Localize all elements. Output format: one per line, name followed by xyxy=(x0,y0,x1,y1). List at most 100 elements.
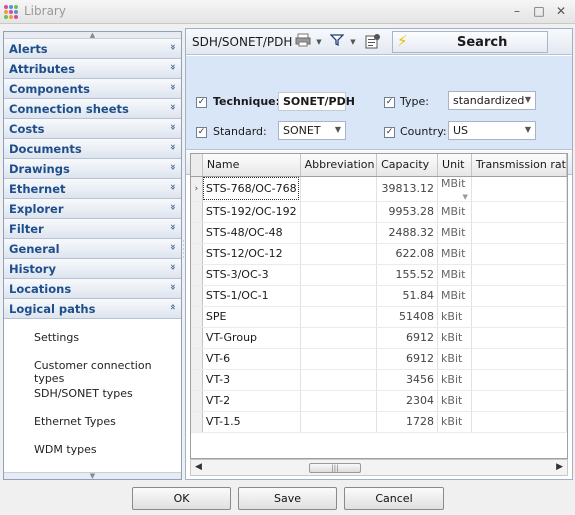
scrollbar-thumb[interactable]: ||| xyxy=(309,463,361,473)
country-select[interactable]: US ▼ xyxy=(448,121,536,140)
technique-field[interactable]: SONET/PDH xyxy=(278,92,355,111)
row-indicator[interactable]: › xyxy=(191,176,203,202)
cell-unit[interactable]: kBit xyxy=(437,348,472,370)
cell-transmission-rate[interactable] xyxy=(471,264,567,286)
cell-abbreviation[interactable] xyxy=(300,390,378,412)
row-indicator[interactable] xyxy=(191,201,203,223)
column-header-abbreviation[interactable]: Abbreviation xyxy=(300,154,378,177)
cell-name[interactable]: VT-Group xyxy=(202,327,301,349)
table-row[interactable]: VT-2 2304 kBit xyxy=(191,390,567,412)
column-header-capacity[interactable]: Capacity xyxy=(376,154,439,177)
filter-dropdown-icon[interactable]: ▼ xyxy=(344,33,362,51)
cell-transmission-rate[interactable] xyxy=(471,285,567,307)
table-row[interactable]: STS-48/OC-48 2488.32 MBit xyxy=(191,222,567,244)
cell-abbreviation[interactable] xyxy=(300,222,378,244)
country-checkbox[interactable]: ✓ xyxy=(384,127,395,138)
standard-select[interactable]: SONET ▼ xyxy=(278,121,346,140)
cell-abbreviation[interactable] xyxy=(300,243,378,265)
table-row[interactable]: › STS-768/OC-768 39813.12 MBit ▼ xyxy=(191,176,567,202)
standard-checkbox[interactable]: ✓ xyxy=(196,127,207,138)
scroll-down-icon[interactable]: ▼ xyxy=(4,472,181,480)
table-row[interactable]: STS-192/OC-192 9953.28 MBit xyxy=(191,201,567,223)
cell-unit[interactable]: MBit xyxy=(437,201,472,223)
cell-transmission-rate[interactable] xyxy=(471,243,567,265)
row-indicator[interactable] xyxy=(191,306,203,328)
row-indicator[interactable] xyxy=(191,285,203,307)
cell-abbreviation[interactable] xyxy=(300,327,378,349)
cell-abbreviation[interactable] xyxy=(300,411,378,433)
cell-name[interactable]: STS-12/OC-12 xyxy=(202,243,301,265)
cell-capacity[interactable]: 51408 xyxy=(376,306,439,328)
row-indicator[interactable] xyxy=(191,243,203,265)
cell-capacity[interactable]: 2488.32 xyxy=(376,222,439,244)
table-row[interactable]: VT-1.5 1728 kBit xyxy=(191,411,567,433)
sidebar-item-connection-sheets[interactable]: Connection sheets » xyxy=(4,99,181,119)
cell-name[interactable]: VT-6 xyxy=(202,348,301,370)
cell-abbreviation[interactable] xyxy=(300,369,378,391)
cell-transmission-rate[interactable] xyxy=(471,369,567,391)
table-row[interactable]: VT-Group 6912 kBit xyxy=(191,327,567,349)
table-row[interactable]: VT-6 6912 kBit xyxy=(191,348,567,370)
cell-name[interactable]: STS-1/OC-1 xyxy=(202,285,301,307)
sidebar-subitem-sdh-sonet-types[interactable]: SDH/SONET types xyxy=(34,387,133,400)
cell-capacity[interactable]: 39813.12 xyxy=(376,176,439,202)
chevron-down-icon[interactable]: ▼ xyxy=(462,193,467,201)
row-indicator[interactable] xyxy=(191,222,203,244)
sidebar-item-locations[interactable]: Locations » xyxy=(4,279,181,299)
sidebar-item-explorer[interactable]: Explorer » xyxy=(4,199,181,219)
cell-unit[interactable]: MBit xyxy=(437,264,472,286)
row-indicator[interactable] xyxy=(191,411,203,433)
cell-name[interactable]: STS-3/OC-3 xyxy=(202,264,301,286)
search-button[interactable]: ⚡ Search xyxy=(392,31,548,53)
table-row[interactable]: STS-3/OC-3 155.52 MBit xyxy=(191,264,567,286)
maximize-icon[interactable]: □ xyxy=(530,3,548,19)
cell-unit[interactable]: MBit xyxy=(437,285,472,307)
table-row[interactable]: STS-1/OC-1 51.84 MBit xyxy=(191,285,567,307)
ok-button[interactable]: OK xyxy=(132,487,231,510)
cell-name[interactable]: STS-48/OC-48 xyxy=(202,222,301,244)
horizontal-scrollbar[interactable]: ◀ ||| ▶ xyxy=(190,459,568,476)
row-indicator[interactable] xyxy=(191,327,203,349)
cell-abbreviation[interactable] xyxy=(300,306,378,328)
row-indicator[interactable] xyxy=(191,390,203,412)
cell-capacity[interactable]: 6912 xyxy=(376,348,439,370)
cell-unit[interactable]: kBit xyxy=(437,390,472,412)
cell-abbreviation[interactable] xyxy=(300,348,378,370)
scroll-left-icon[interactable]: ◀ xyxy=(195,462,202,472)
column-header-unit[interactable]: Unit xyxy=(437,154,472,177)
cancel-button[interactable]: Cancel xyxy=(344,487,444,510)
row-indicator[interactable] xyxy=(191,369,203,391)
cell-abbreviation[interactable] xyxy=(300,201,378,223)
scroll-up-icon[interactable]: ▲ xyxy=(4,32,181,39)
table-row[interactable]: STS-12/OC-12 622.08 MBit xyxy=(191,243,567,265)
type-select[interactable]: standardized ▼ xyxy=(448,91,536,110)
minimize-icon[interactable]: – xyxy=(508,3,526,19)
cell-transmission-rate[interactable] xyxy=(471,176,567,202)
sidebar-item-logical-paths[interactable]: Logical paths « xyxy=(4,299,181,319)
column-header-transmission-rate[interactable]: Transmission rat xyxy=(471,154,567,177)
row-indicator[interactable] xyxy=(191,348,203,370)
close-icon[interactable]: ✕ xyxy=(552,3,570,19)
table-row[interactable]: VT-3 3456 kBit xyxy=(191,369,567,391)
cell-name[interactable]: VT-1.5 xyxy=(202,411,301,433)
cell-name[interactable]: SPE xyxy=(202,306,301,328)
cell-capacity[interactable]: 9953.28 xyxy=(376,201,439,223)
cell-transmission-rate[interactable] xyxy=(471,201,567,223)
sidebar-item-attributes[interactable]: Attributes » xyxy=(4,59,181,79)
sidebar-item-drawings[interactable]: Drawings » xyxy=(4,159,181,179)
cell-unit[interactable]: MBit xyxy=(437,222,472,244)
cell-transmission-rate[interactable] xyxy=(471,411,567,433)
cell-abbreviation[interactable] xyxy=(300,285,378,307)
sidebar-subitem-settings[interactable]: Settings xyxy=(34,331,79,344)
cell-name[interactable]: STS-768/OC-768 xyxy=(202,176,301,202)
sidebar-subitem-customer-connection-types[interactable]: Customer connection types xyxy=(34,359,181,385)
cell-name[interactable]: STS-192/OC-192 xyxy=(202,201,301,223)
sidebar-item-history[interactable]: History » xyxy=(4,259,181,279)
cell-unit[interactable]: kBit xyxy=(437,411,472,433)
sidebar-item-documents[interactable]: Documents » xyxy=(4,139,181,159)
cell-abbreviation[interactable] xyxy=(300,264,378,286)
cell-name[interactable]: VT-2 xyxy=(202,390,301,412)
cell-capacity[interactable]: 51.84 xyxy=(376,285,439,307)
save-button[interactable]: Save xyxy=(238,487,337,510)
cell-abbreviation[interactable] xyxy=(300,176,378,202)
